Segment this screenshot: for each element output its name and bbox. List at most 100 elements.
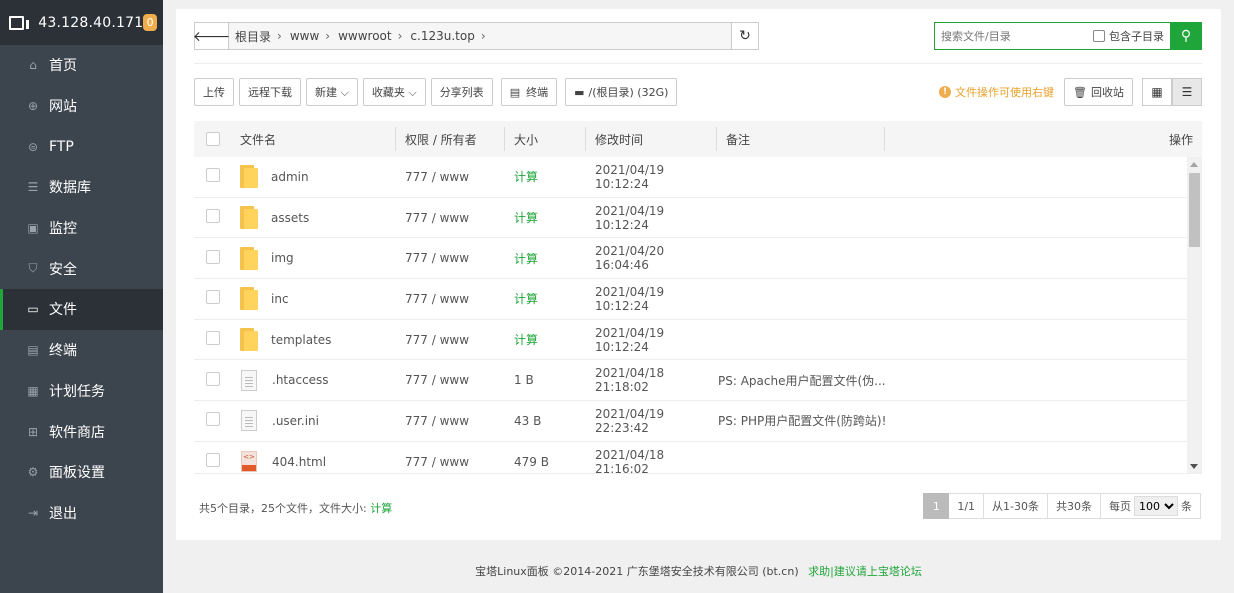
note-cell[interactable]: PS: Apache用户配置文件(伪... [717, 372, 1187, 389]
sidebar-item-label: 退出 [49, 505, 77, 522]
sidebar-item[interactable]: ⊕ 网站 [0, 86, 163, 127]
mtime-cell: 2021/04/19 22:23:42 [595, 406, 665, 435]
file-name[interactable]: templates [271, 333, 331, 347]
file-name-cell[interactable]: .htaccess [232, 369, 396, 391]
page-current[interactable]: 1 [923, 493, 950, 519]
select-all-checkbox[interactable] [206, 132, 220, 146]
table-row[interactable]: .user.ini 777 / www 43 B 2021/04/19 22:23:4… [194, 401, 1187, 442]
table-row[interactable]: <> 404.html 777 / www 479 B 2021/04/18 21:16… [194, 442, 1187, 473]
recycle-bin-button[interactable]: 🗑 回收站 [1064, 78, 1133, 106]
table-row[interactable]: inc 777 / www 计算 2021/04/19 10:12:24 [194, 279, 1187, 320]
row-checkbox[interactable] [206, 371, 220, 386]
size-cell[interactable]: 计算 [505, 331, 586, 348]
search-button[interactable]: ⚲ [1170, 22, 1202, 50]
permission-cell[interactable]: 777 / www [396, 292, 505, 306]
table-row[interactable]: admin 777 / www 计算 2021/04/19 10:12:24 [194, 157, 1187, 198]
permission-cell[interactable]: 777 / www [396, 211, 505, 225]
file-name-cell[interactable]: <> 404.html [232, 451, 396, 473]
calc-total-size-link[interactable]: 计算 [370, 502, 392, 515]
upload-button[interactable]: 上传 [194, 78, 234, 106]
list-view-button[interactable]: ☰ [1172, 78, 1202, 106]
col-name[interactable]: 文件名 [232, 121, 396, 157]
permission-cell[interactable]: 777 / www [396, 251, 505, 265]
file-name[interactable]: assets [271, 211, 309, 225]
scroll-down-icon[interactable] [1190, 464, 1198, 469]
row-checkbox[interactable] [206, 412, 220, 427]
file-name[interactable]: admin [271, 170, 309, 184]
file-name-cell[interactable]: img [232, 246, 396, 270]
breadcrumb-item[interactable]: 根目录 [235, 28, 271, 45]
row-checkbox[interactable] [206, 249, 220, 264]
remote-download-button[interactable]: 远程下载 [239, 78, 301, 106]
file-name-cell[interactable]: inc [232, 287, 396, 311]
row-checkbox[interactable] [206, 209, 220, 224]
sidebar-item-label: 数据库 [49, 180, 91, 197]
checkbox[interactable] [1093, 30, 1105, 42]
table-row[interactable]: templates 777 / www 计算 2021/04/19 10:12:24 [194, 320, 1187, 361]
permission-cell[interactable]: 777 / www [396, 414, 505, 428]
table-row[interactable]: .htaccess 777 / www 1 B 2021/04/18 21:18:02… [194, 360, 1187, 402]
permission-cell[interactable]: 777 / www [396, 170, 505, 184]
row-checkbox[interactable] [206, 168, 220, 183]
permission-cell[interactable]: 777 / www [396, 455, 505, 469]
vertical-scrollbar[interactable] [1187, 157, 1202, 473]
permission-cell[interactable]: 777 / www [396, 333, 505, 347]
sidebar-item-label: 软件商店 [49, 424, 105, 441]
scroll-up-icon[interactable] [1190, 162, 1198, 167]
row-checkbox[interactable] [206, 453, 220, 468]
sidebar-item[interactable]: ▦ 计划任务 [0, 371, 163, 412]
sidebar-item[interactable]: ⊞ 软件商店 [0, 411, 163, 452]
sidebar-item[interactable]: ⌂ 首页 [0, 45, 163, 86]
size-cell[interactable]: 计算 [505, 250, 586, 267]
row-checkbox[interactable] [206, 290, 220, 305]
sidebar-item[interactable]: ▣ 监控 [0, 208, 163, 249]
terminal-button[interactable]: ▤ 终端 [500, 78, 558, 106]
select-all-cell [194, 121, 232, 157]
favorites-button[interactable]: 收藏夹 ⌵ [362, 78, 426, 106]
new-button[interactable]: 新建 ⌵ [306, 78, 358, 106]
col-perm[interactable]: 权限 / 所有者 [396, 121, 505, 157]
refresh-button[interactable]: ↻ [731, 23, 758, 49]
col-size[interactable]: 大小 [505, 121, 586, 157]
table-row[interactable]: img 777 / www 计算 2021/04/20 16:04:46 [194, 238, 1187, 280]
file-name[interactable]: .htaccess [272, 373, 329, 387]
note-cell[interactable]: PS: PHP用户配置文件(防跨站)! [717, 412, 1187, 429]
file-name[interactable]: 404.html [272, 455, 326, 469]
back-button[interactable]: 🡐 [193, 23, 230, 49]
per-page-select[interactable]: 100 [1134, 496, 1178, 516]
sidebar-item[interactable]: ▭ 文件 [0, 289, 163, 330]
breadcrumb-item[interactable]: wwwroot [338, 29, 392, 43]
col-time[interactable]: 修改时间 [586, 121, 717, 157]
notification-badge[interactable]: 0 [143, 14, 157, 31]
permission-cell[interactable]: 777 / www [396, 373, 505, 387]
file-name-cell[interactable]: admin [232, 165, 396, 189]
search-input[interactable] [935, 23, 1085, 49]
breadcrumb-item[interactable]: www [290, 29, 319, 43]
file-name[interactable]: .user.ini [272, 414, 319, 428]
file-name-cell[interactable]: .user.ini [232, 410, 396, 432]
file-name-cell[interactable]: assets [232, 206, 396, 230]
disk-button[interactable]: ▬ /(根目录) (32G) [565, 78, 678, 106]
sidebar-item[interactable]: ⇥ 退出 [0, 493, 163, 534]
include-subdir-checkbox[interactable]: 包含子目录 [1093, 28, 1164, 44]
grid-view-button[interactable]: ▦ [1142, 78, 1172, 106]
server-header[interactable]: 43.128.40.171 0 [0, 0, 163, 45]
file-name-cell[interactable]: templates [232, 328, 396, 352]
scroll-thumb[interactable] [1189, 173, 1200, 247]
sidebar-item[interactable]: ▤ 终端 [0, 330, 163, 371]
size-cell[interactable]: 计算 [505, 209, 586, 226]
size-cell[interactable]: 计算 [505, 290, 586, 307]
forum-link[interactable]: 求助|建议请上宝塔论坛 [808, 565, 922, 578]
breadcrumb-item[interactable]: c.123u.top [410, 29, 474, 43]
file-name[interactable]: img [271, 251, 294, 265]
row-checkbox[interactable] [206, 331, 220, 346]
table-row[interactable]: assets 777 / www 计算 2021/04/19 10:12:24 [194, 198, 1187, 239]
sidebar-item[interactable]: ⚙ 面板设置 [0, 452, 163, 493]
info-icon: ! [939, 86, 952, 98]
file-name[interactable]: inc [271, 292, 289, 306]
sidebar-item[interactable]: ☰ 数据库 [0, 167, 163, 208]
sidebar-item[interactable]: ⊜ FTP [0, 126, 163, 167]
sidebar-item[interactable]: ⛉ 安全 [0, 248, 163, 289]
size-cell[interactable]: 计算 [505, 168, 586, 185]
share-list-button[interactable]: 分享列表 [430, 78, 493, 106]
